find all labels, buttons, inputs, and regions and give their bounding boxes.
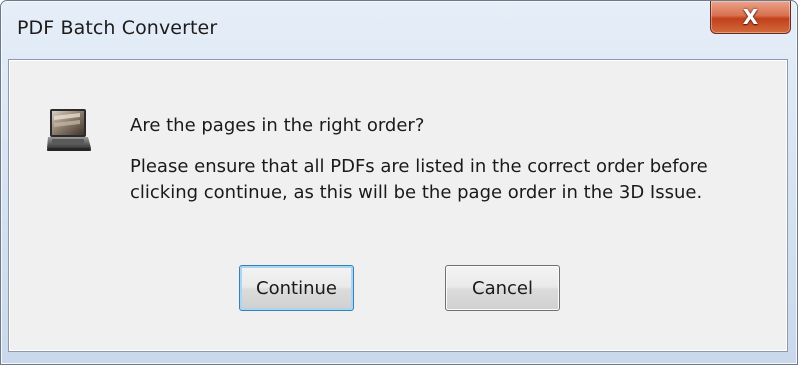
dialog-body: Are the pages in the right order? Please… bbox=[8, 59, 788, 352]
close-button[interactable]: X bbox=[710, 1, 791, 34]
window-title: PDF Batch Converter bbox=[17, 17, 218, 39]
cancel-button[interactable]: Cancel bbox=[445, 265, 560, 311]
dialog-heading: Are the pages in the right order? bbox=[130, 115, 425, 136]
close-icon: X bbox=[742, 5, 759, 29]
title-bar[interactable]: PDF Batch Converter X bbox=[1, 1, 797, 61]
dialog-message: Please ensure that all PDFs are listed i… bbox=[130, 156, 708, 203]
dialog-window: PDF Batch Converter X Are the pages in t… bbox=[0, 0, 798, 365]
laptop-icon bbox=[47, 109, 91, 151]
continue-button[interactable]: Continue bbox=[239, 265, 354, 311]
